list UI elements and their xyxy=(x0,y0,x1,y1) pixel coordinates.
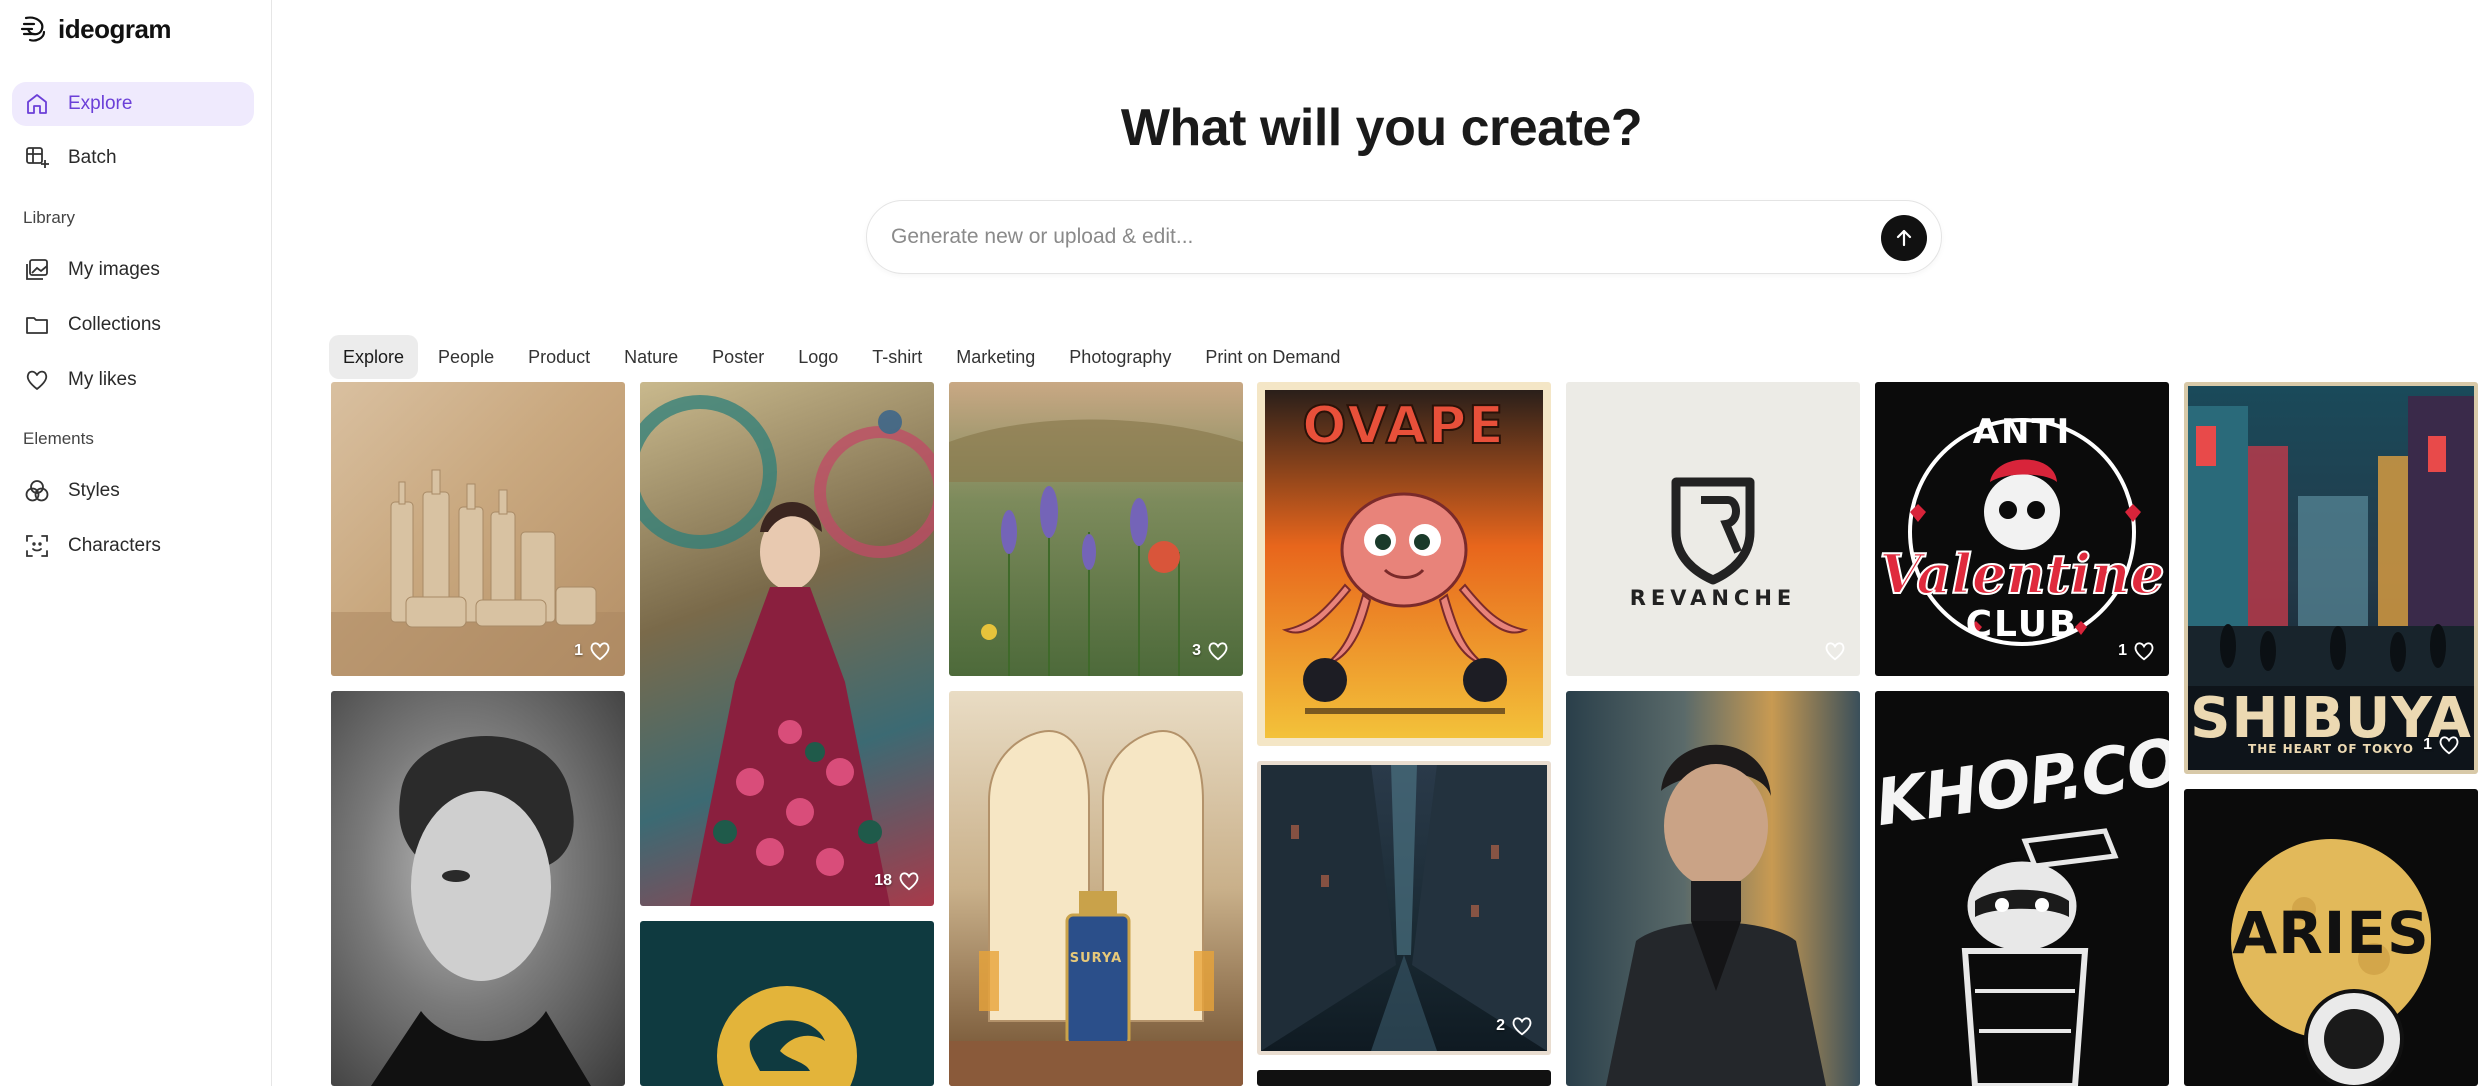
sidebar-item-label: Characters xyxy=(68,535,161,556)
ideogram-logo[interactable]: ideogram xyxy=(18,12,172,46)
tab-photography[interactable]: Photography xyxy=(1055,335,1185,379)
like-count-value: 1 xyxy=(2423,736,2432,753)
like-count-value: 1 xyxy=(574,642,583,659)
tab-nature[interactable]: Nature xyxy=(610,335,692,379)
home-icon xyxy=(27,94,47,114)
elements-section-label: Elements xyxy=(23,429,94,448)
peacock-woman-image xyxy=(640,395,934,906)
heart-icon xyxy=(26,370,48,390)
gallery-card-wildflowers[interactable]: 3 xyxy=(949,382,1243,676)
surya-label: SURYA xyxy=(1069,951,1123,966)
like-count[interactable]: 1 xyxy=(2423,734,2460,756)
revanche-wordmark: REVANCHE xyxy=(1629,586,1797,610)
like-count[interactable] xyxy=(1818,640,1846,662)
like-count-value: 3 xyxy=(1192,642,1201,659)
sidebar-item-label: Styles xyxy=(68,480,120,501)
tab-t-shirt[interactable]: T-shirt xyxy=(858,335,936,379)
logo-wordmark: ideogram xyxy=(58,13,172,44)
category-tabs: Explore People Product Nature Poster Log… xyxy=(329,335,1360,379)
like-count[interactable]: 3 xyxy=(1192,640,1229,662)
dragon-logo-image xyxy=(717,986,857,1086)
gallery-card-khop-raccoon[interactable]: KHOP.CO xyxy=(1875,691,2169,1086)
aries-title: ARIES xyxy=(2232,899,2430,967)
heart-icon xyxy=(2134,642,2154,661)
tab-people[interactable]: People xyxy=(424,335,508,379)
like-count-value: 2 xyxy=(1496,1017,1505,1034)
heart-icon xyxy=(1208,642,1228,661)
styles-circles-icon xyxy=(25,480,49,502)
like-count[interactable]: 1 xyxy=(2118,640,2155,662)
sidebar-item-my-likes[interactable]: My likes xyxy=(12,358,254,402)
like-count[interactable]: 18 xyxy=(874,870,920,892)
heart-icon xyxy=(899,872,919,891)
like-count-value: 18 xyxy=(874,872,892,889)
sidebar-item-label: Collections xyxy=(68,314,161,335)
sidebar-item-label: My likes xyxy=(68,369,137,390)
folder-icon xyxy=(26,317,48,334)
prompt-input[interactable] xyxy=(891,201,1851,273)
bw-portrait-image xyxy=(371,736,591,1086)
gallery-card-anti-valentine[interactable]: ANTI Valentine CLUB 1 xyxy=(1875,382,2169,676)
gallery-card-city-canyon[interactable]: 2 xyxy=(1257,761,1551,1055)
character-face-scan-icon xyxy=(26,535,48,557)
sidebar-item-collections[interactable]: Collections xyxy=(12,303,254,347)
sidebar-item-characters[interactable]: Characters xyxy=(12,524,254,568)
gallery-card-partial[interactable] xyxy=(1257,1070,1551,1086)
arrow-up-icon xyxy=(1896,229,1912,247)
images-icon xyxy=(26,259,48,280)
gallery-card-aries-astronaut[interactable]: ARIES xyxy=(2184,789,2478,1086)
sidebar-item-label: Batch xyxy=(68,147,117,168)
sidebar-item-styles[interactable]: Styles xyxy=(12,469,254,513)
sidebar-item-my-images[interactable]: My images xyxy=(12,248,254,292)
gallery-card-peacock-woman[interactable]: 18 xyxy=(640,382,934,906)
like-count[interactable]: 2 xyxy=(1496,1015,1533,1037)
tab-poster[interactable]: Poster xyxy=(698,335,778,379)
gallery-card-surya-perfume[interactable]: SURYA xyxy=(949,691,1243,1086)
gallery-card-dragon-logo[interactable] xyxy=(640,921,934,1086)
surya-perfume-image xyxy=(949,729,1243,1086)
man-portrait-image xyxy=(1606,744,1826,1086)
anti-line: ANTI xyxy=(1972,412,2072,452)
sidebar: ideogram Explore Batch Library My images… xyxy=(0,0,272,1086)
tab-explore[interactable]: Explore xyxy=(329,335,419,379)
gallery-card-ovape-poster[interactable]: OVAPE xyxy=(1257,382,1551,746)
sidebar-item-explore[interactable]: Explore xyxy=(12,82,254,126)
revanche-shield-icon xyxy=(1671,477,1755,585)
submit-button[interactable] xyxy=(1881,215,1927,261)
octopus-image xyxy=(1281,492,1529,714)
gallery-card-revanche-logo[interactable]: REVANCHE xyxy=(1566,382,1860,676)
like-count-value: 1 xyxy=(2118,642,2127,659)
club-line: CLUB xyxy=(1965,604,2079,645)
prompt-bar xyxy=(866,200,1942,274)
ideogram-logo-icon xyxy=(20,16,46,42)
batch-table-icon xyxy=(26,147,49,168)
like-count[interactable]: 1 xyxy=(574,640,611,662)
page-title: What will you create? xyxy=(1120,99,1643,157)
heart-icon xyxy=(590,642,610,661)
gallery-card-man-portrait[interactable] xyxy=(1566,691,1860,1086)
wildflowers-image xyxy=(949,419,1243,676)
heart-icon xyxy=(2439,736,2459,755)
gallery-card-shibuya-poster[interactable]: SHIBUYA THE HEART OF TOKYO 1 xyxy=(2184,382,2478,774)
tab-product[interactable]: Product xyxy=(514,335,604,379)
gallery-card-bw-portrait[interactable] xyxy=(331,691,625,1086)
heart-icon xyxy=(1825,642,1845,661)
tab-print-on-demand[interactable]: Print on Demand xyxy=(1191,335,1354,379)
raccoon-trashcan-image xyxy=(1961,828,2119,1086)
tab-marketing[interactable]: Marketing xyxy=(942,335,1049,379)
sidebar-item-label: My images xyxy=(68,259,160,280)
library-section-label: Library xyxy=(23,208,75,227)
sidebar-item-batch[interactable]: Batch xyxy=(12,136,254,180)
heart-icon xyxy=(1512,1017,1532,1036)
valentine-line: Valentine xyxy=(1878,541,2165,607)
cosmetics-bottles-image xyxy=(331,469,625,676)
tab-logo[interactable]: Logo xyxy=(784,335,852,379)
sidebar-item-label: Explore xyxy=(68,93,133,114)
city-canyon-image xyxy=(1261,765,1547,1051)
gallery-card-cosmetics[interactable]: 1 xyxy=(331,382,625,676)
